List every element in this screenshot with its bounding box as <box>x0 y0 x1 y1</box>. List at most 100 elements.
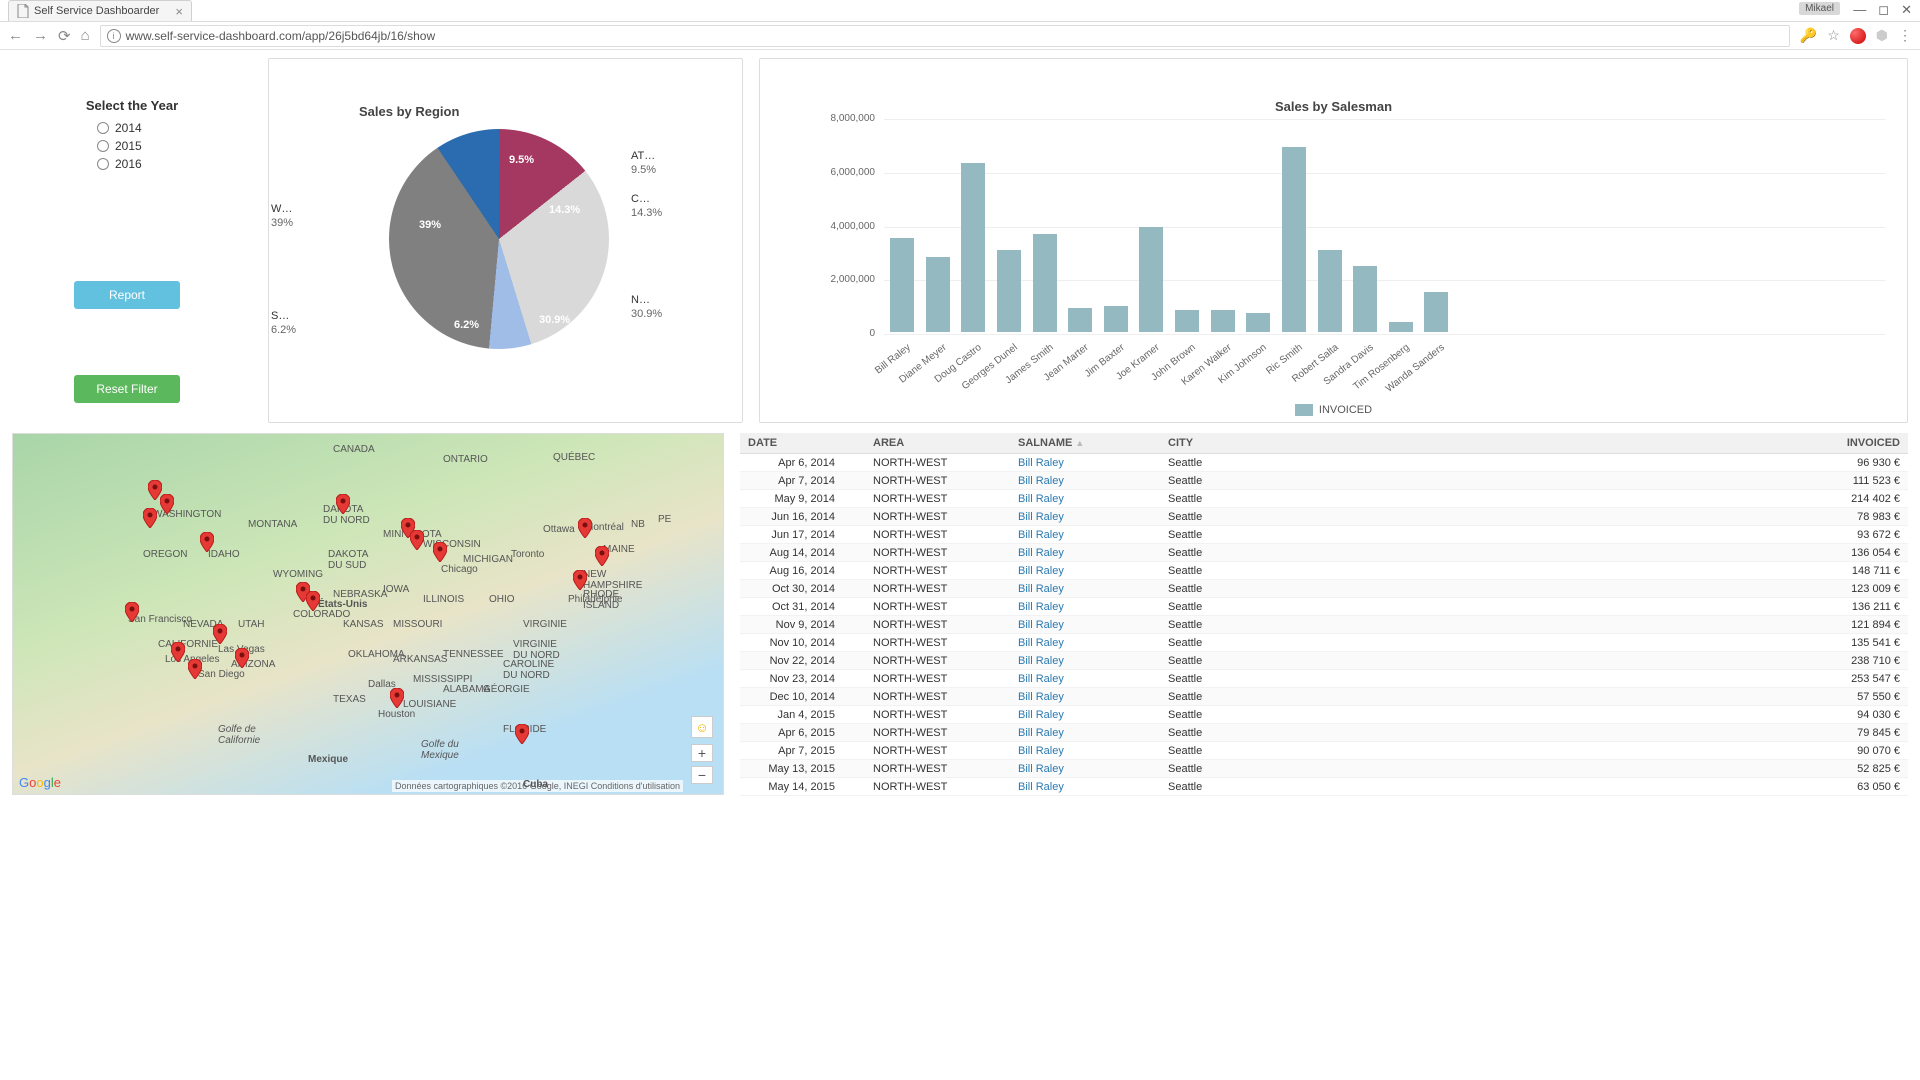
salesman-link[interactable]: Bill Raley <box>1018 583 1064 595</box>
reset-filter-button[interactable]: Reset Filter <box>74 375 180 403</box>
bar[interactable] <box>1353 266 1377 332</box>
user-badge[interactable]: Mikael <box>1799 2 1840 15</box>
col-salname[interactable]: SALNAME▲ <box>1010 433 1160 454</box>
map-pin-icon[interactable] <box>171 642 185 662</box>
map-pin-icon[interactable] <box>160 494 174 514</box>
map-pin-icon[interactable] <box>188 659 202 679</box>
table-row[interactable]: Nov 22, 2014 NORTH-WEST Bill Raley Seatt… <box>740 652 1908 670</box>
table-row[interactable]: Aug 14, 2014 NORTH-WEST Bill Raley Seatt… <box>740 544 1908 562</box>
table-row[interactable]: Jan 4, 2015 NORTH-WEST Bill Raley Seattl… <box>740 706 1908 724</box>
table-row[interactable]: Nov 23, 2014 NORTH-WEST Bill Raley Seatt… <box>740 670 1908 688</box>
bar[interactable] <box>1033 234 1057 332</box>
table-row[interactable]: Apr 6, 2015 NORTH-WEST Bill Raley Seattl… <box>740 724 1908 742</box>
bar[interactable] <box>1424 292 1448 332</box>
window-close-icon[interactable]: ✕ <box>1901 2 1912 18</box>
year-radio[interactable] <box>97 122 109 134</box>
salesman-link[interactable]: Bill Raley <box>1018 475 1064 487</box>
table-row[interactable]: Jun 16, 2014 NORTH-WEST Bill Raley Seatt… <box>740 508 1908 526</box>
bar[interactable] <box>1389 322 1413 332</box>
col-city[interactable]: CITY <box>1160 433 1808 454</box>
nav-reload-icon[interactable]: ⟳ <box>58 27 71 45</box>
menu-icon[interactable]: ⋮ <box>1898 27 1912 44</box>
table-row[interactable]: Aug 16, 2014 NORTH-WEST Bill Raley Seatt… <box>740 562 1908 580</box>
map-pin-icon[interactable] <box>433 542 447 562</box>
streetview-pegman-icon[interactable]: ☺ <box>691 716 713 738</box>
year-radio[interactable] <box>97 158 109 170</box>
bar[interactable] <box>926 257 950 332</box>
bar[interactable] <box>997 250 1021 332</box>
map-pin-icon[interactable] <box>336 494 350 514</box>
map-pin-icon[interactable] <box>200 532 214 552</box>
map-pin-icon[interactable] <box>515 724 529 744</box>
report-button[interactable]: Report <box>74 281 180 309</box>
table-row[interactable]: Apr 7, 2014 NORTH-WEST Bill Raley Seattl… <box>740 472 1908 490</box>
window-minimize-icon[interactable]: — <box>1853 2 1866 18</box>
table-row[interactable]: Dec 10, 2014 NORTH-WEST Bill Raley Seatt… <box>740 688 1908 706</box>
bar[interactable] <box>1139 227 1163 332</box>
salesman-link[interactable]: Bill Raley <box>1018 619 1064 631</box>
map-pin-icon[interactable] <box>573 570 587 590</box>
salesman-link[interactable]: Bill Raley <box>1018 745 1064 757</box>
map-zoom-out-icon[interactable]: − <box>691 766 713 784</box>
salesman-link[interactable]: Bill Raley <box>1018 637 1064 649</box>
salesman-link[interactable]: Bill Raley <box>1018 601 1064 613</box>
bar[interactable] <box>1211 310 1235 332</box>
salesman-link[interactable]: Bill Raley <box>1018 529 1064 541</box>
bar[interactable] <box>1282 147 1306 332</box>
salesman-link[interactable]: Bill Raley <box>1018 547 1064 559</box>
map-pin-icon[interactable] <box>578 518 592 538</box>
nav-back-icon[interactable]: ← <box>8 27 23 44</box>
salesman-link[interactable]: Bill Raley <box>1018 457 1064 469</box>
table-row[interactable]: Oct 30, 2014 NORTH-WEST Bill Raley Seatt… <box>740 580 1908 598</box>
map-pin-icon[interactable] <box>390 688 404 708</box>
bar[interactable] <box>1068 308 1092 332</box>
map-pin-icon[interactable] <box>143 508 157 528</box>
bar[interactable] <box>890 238 914 332</box>
year-radio[interactable] <box>97 140 109 152</box>
extension-icon[interactable]: ⬢ <box>1876 27 1888 44</box>
tab-close-icon[interactable]: × <box>175 4 183 19</box>
salesman-link[interactable]: Bill Raley <box>1018 565 1064 577</box>
table-row[interactable]: Nov 9, 2014 NORTH-WEST Bill Raley Seattl… <box>740 616 1908 634</box>
key-icon[interactable]: 🔑 <box>1800 27 1817 44</box>
table-row[interactable]: May 14, 2015 NORTH-WEST Bill Raley Seatt… <box>740 778 1908 796</box>
bar[interactable] <box>1246 313 1270 332</box>
address-bar[interactable]: i www.self-service-dashboard.com/app/26j… <box>100 25 1790 47</box>
salesman-link[interactable]: Bill Raley <box>1018 691 1064 703</box>
map-pin-icon[interactable] <box>125 602 139 622</box>
bar-plot[interactable] <box>884 119 1885 332</box>
table-row[interactable]: May 13, 2015 NORTH-WEST Bill Raley Seatt… <box>740 760 1908 778</box>
table-row[interactable]: Nov 10, 2014 NORTH-WEST Bill Raley Seatt… <box>740 634 1908 652</box>
bar[interactable] <box>1175 310 1199 332</box>
salesman-link[interactable]: Bill Raley <box>1018 673 1064 685</box>
pie-plot[interactable]: 9.5%14.3%30.9%6.2%39% <box>389 129 609 349</box>
nav-home-icon[interactable]: ⌂ <box>81 27 90 44</box>
site-info-icon[interactable]: i <box>107 29 121 43</box>
map-zoom-in-icon[interactable]: + <box>691 744 713 762</box>
salesman-link[interactable]: Bill Raley <box>1018 511 1064 523</box>
salesman-link[interactable]: Bill Raley <box>1018 655 1064 667</box>
map-pin-icon[interactable] <box>595 546 609 566</box>
map-pin-icon[interactable] <box>306 591 320 611</box>
bar[interactable] <box>1318 250 1342 332</box>
salesman-link[interactable]: Bill Raley <box>1018 727 1064 739</box>
col-invoiced[interactable]: INVOICED <box>1808 433 1908 454</box>
bookmark-icon[interactable]: ☆ <box>1827 27 1840 44</box>
salesman-link[interactable]: Bill Raley <box>1018 763 1064 775</box>
map-pin-icon[interactable] <box>410 530 424 550</box>
nav-forward-icon[interactable]: → <box>33 27 48 44</box>
bar[interactable] <box>1104 306 1128 332</box>
salesman-link[interactable]: Bill Raley <box>1018 709 1064 721</box>
opera-icon[interactable] <box>1850 28 1866 44</box>
window-maximize-icon[interactable]: ◻ <box>1878 2 1889 18</box>
sales-map[interactable]: ☺ + − Google Données cartographiques ©20… <box>12 433 724 795</box>
col-area[interactable]: AREA <box>865 433 1010 454</box>
col-date[interactable]: DATE <box>740 433 865 454</box>
table-row[interactable]: Jun 17, 2014 NORTH-WEST Bill Raley Seatt… <box>740 526 1908 544</box>
map-pin-icon[interactable] <box>213 624 227 644</box>
table-row[interactable]: Apr 6, 2014 NORTH-WEST Bill Raley Seattl… <box>740 454 1908 472</box>
table-row[interactable]: Apr 7, 2015 NORTH-WEST Bill Raley Seattl… <box>740 742 1908 760</box>
salesman-link[interactable]: Bill Raley <box>1018 493 1064 505</box>
salesman-link[interactable]: Bill Raley <box>1018 781 1064 793</box>
table-row[interactable]: May 9, 2014 NORTH-WEST Bill Raley Seattl… <box>740 490 1908 508</box>
